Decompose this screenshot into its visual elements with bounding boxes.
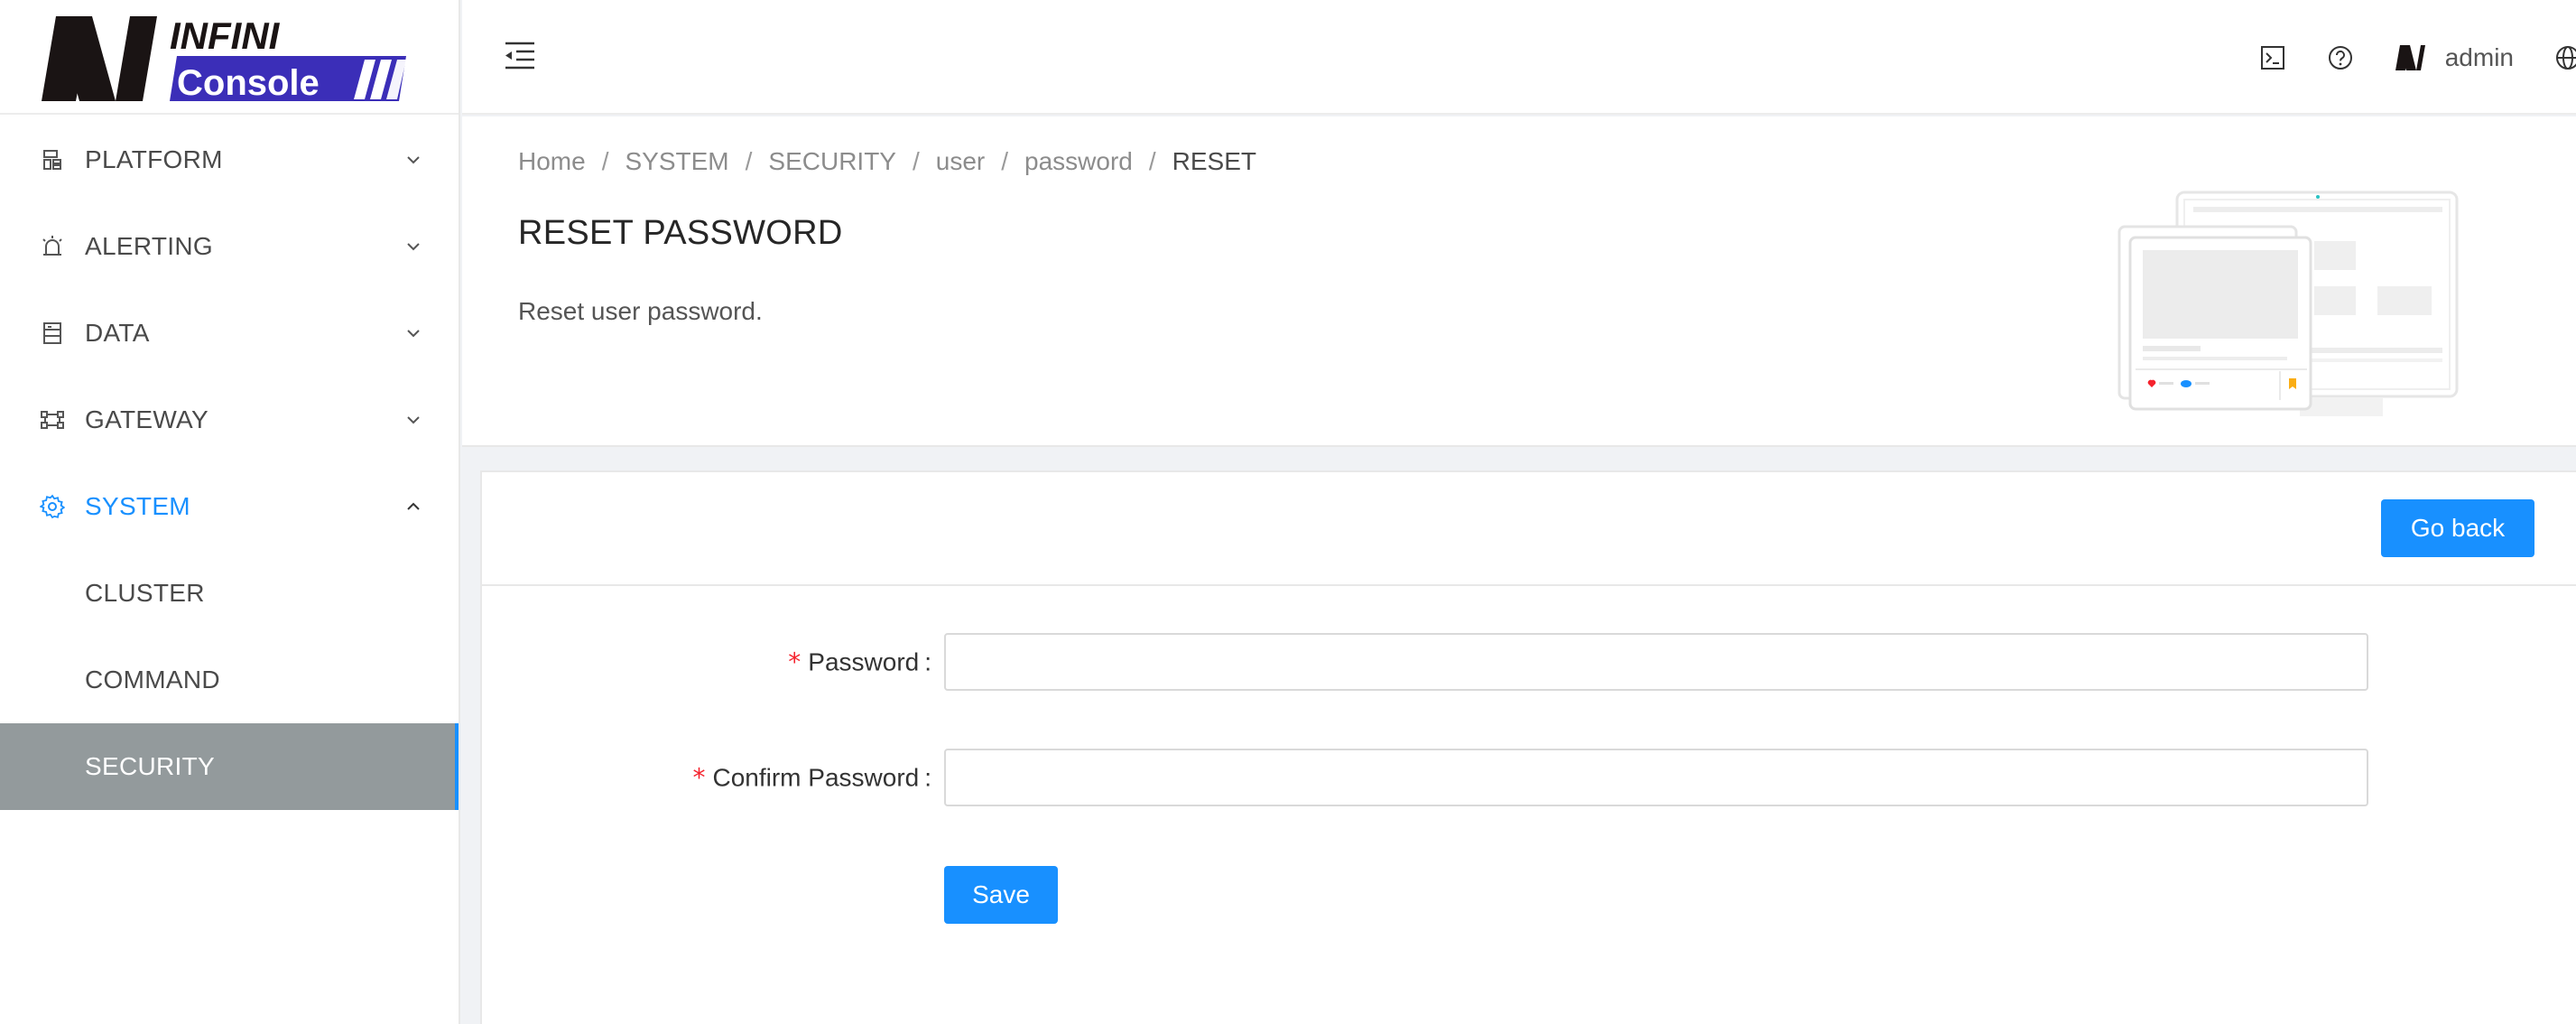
password-input[interactable] — [944, 633, 2368, 691]
breadcrumb-separator: / — [1001, 147, 1009, 175]
card-toolbar: Go back — [482, 472, 2576, 586]
confirm-password-input[interactable] — [944, 749, 2368, 806]
sidebar-item-system[interactable]: SYSTEM — [0, 463, 459, 550]
label-colon: : — [924, 763, 931, 792]
page-header: Home / SYSTEM / SECURITY / user / passwo… — [462, 116, 2576, 447]
sidebar-subitem-label: CLUSTER — [85, 579, 205, 607]
chevron-down-icon — [407, 330, 420, 338]
infini-console-logo: INFINI Console — [42, 14, 406, 103]
save-button[interactable]: Save — [944, 866, 1058, 924]
reset-password-card: Go back * Password: * Confirm Password: Sa… — [480, 470, 2576, 1024]
sidebar-subitem-security[interactable]: SECURITY — [0, 723, 459, 810]
svg-text:Console: Console — [177, 63, 320, 103]
breadcrumb-reset: RESET — [1172, 147, 1256, 175]
page-description: Reset user password. — [518, 297, 763, 325]
menu-fold-icon[interactable] — [504, 40, 536, 72]
sidebar-item-alerting[interactable]: ALERTING — [0, 203, 459, 290]
breadcrumb-separator: / — [1148, 147, 1156, 175]
sidebar-item-platform[interactable]: PLATFORM — [0, 116, 459, 203]
header-actions: admin — [2219, 0, 2576, 115]
breadcrumb-system[interactable]: SYSTEM — [625, 147, 728, 176]
alarm-icon — [42, 236, 62, 256]
gateway-icon — [41, 411, 64, 429]
label-colon: : — [924, 647, 931, 676]
sidebar-subitem-label: COMMAND — [85, 666, 220, 694]
chevron-down-icon — [407, 156, 420, 164]
chevron-down-icon — [407, 243, 420, 251]
page-title: RESET PASSWORD — [518, 214, 843, 252]
confirm-password-row: * Confirm Password: — [482, 749, 2576, 806]
sidebar-subitem-cluster[interactable]: CLUSTER — [0, 550, 459, 637]
chevron-up-icon — [407, 502, 420, 510]
confirm-password-label: * Confirm Password: — [692, 763, 931, 793]
globe-icon[interactable] — [2554, 44, 2576, 71]
help-icon[interactable] — [2327, 44, 2354, 71]
sidebar-subitem-command[interactable]: COMMAND — [0, 637, 459, 723]
username: admin — [2444, 42, 2514, 71]
user-menu[interactable]: admin — [2395, 43, 2514, 72]
console-icon[interactable] — [2259, 44, 2286, 71]
breadcrumb-user[interactable]: user — [936, 147, 985, 176]
sidebar-item-data[interactable]: DATA — [0, 290, 459, 377]
gear-icon — [40, 494, 65, 519]
breadcrumb-home[interactable]: Home — [518, 147, 586, 176]
database-icon — [43, 322, 61, 344]
sidebar-item-label: DATA — [85, 319, 150, 347]
sidebar-menu: PLATFORM ALERTING DATA GATEWAY SYSTEM CL… — [0, 115, 459, 810]
breadcrumb-separator: / — [601, 147, 609, 175]
sidebar-subitem-label: SECURITY — [85, 752, 215, 780]
breadcrumb: Home / SYSTEM / SECURITY / user / passwo… — [518, 147, 1256, 176]
go-back-button[interactable]: Go back — [2381, 499, 2534, 557]
platform-icon — [43, 150, 61, 170]
field-label-text: Password — [808, 647, 920, 676]
breadcrumb-password[interactable]: password — [1024, 147, 1133, 176]
breadcrumb-separator: / — [912, 147, 920, 175]
password-row: * Password: — [482, 633, 2576, 691]
sidebar-item-label: GATEWAY — [85, 405, 208, 433]
user-logo-icon — [2395, 44, 2425, 70]
sidebar-item-label: SYSTEM — [85, 492, 190, 520]
page-illustration — [2117, 191, 2459, 416]
sidebar-item-label: ALERTING — [85, 232, 213, 260]
chevron-down-icon — [407, 416, 420, 424]
required-mark: * — [788, 647, 802, 677]
breadcrumb-separator: / — [745, 147, 753, 175]
breadcrumb-security[interactable]: SECURITY — [768, 147, 896, 176]
svg-text:INFINI: INFINI — [170, 14, 281, 57]
field-label-text: Confirm Password — [712, 763, 920, 792]
password-label: * Password: — [788, 647, 931, 677]
top-header: admin — [462, 0, 2576, 115]
sidebar: INFINI Console PLATFORM ALERTING DATA GA… — [0, 0, 460, 1024]
sidebar-item-gateway[interactable]: GATEWAY — [0, 377, 459, 463]
required-mark: * — [692, 762, 706, 793]
sidebar-item-label: PLATFORM — [85, 145, 223, 173]
app-logo[interactable]: INFINI Console — [0, 0, 459, 115]
